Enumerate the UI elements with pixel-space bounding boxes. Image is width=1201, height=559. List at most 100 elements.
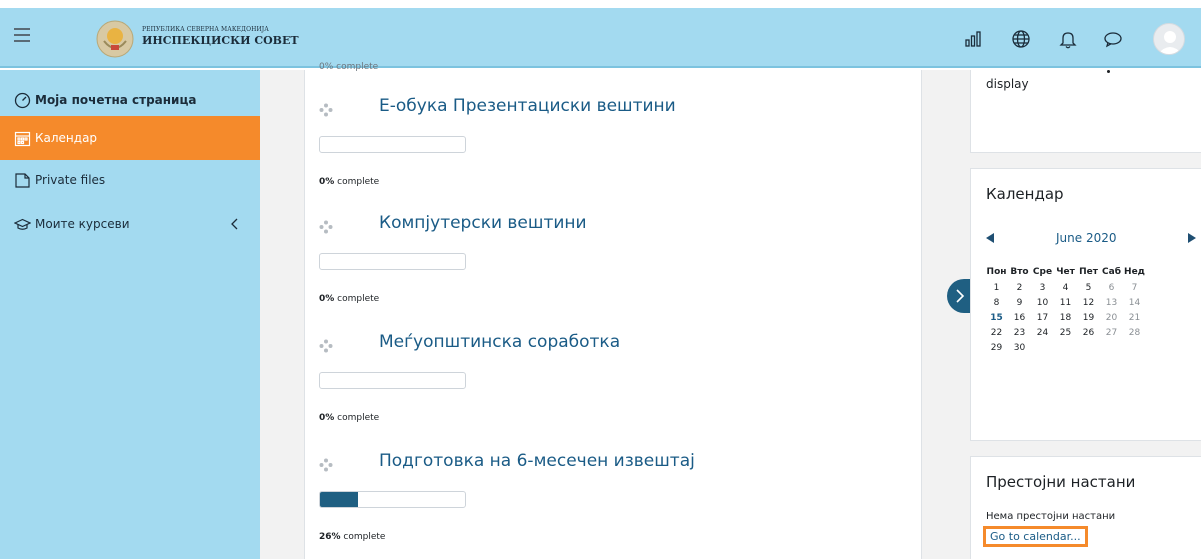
calendar-month-link[interactable]: June 2020	[1056, 231, 1117, 245]
calendar-day[interactable]: 6	[1100, 280, 1123, 295]
calendar-day[interactable]: 23	[1008, 325, 1031, 340]
top-strip	[0, 0, 1201, 8]
weekday-header: Пет	[1079, 266, 1098, 277]
calendar-day	[1054, 340, 1077, 355]
upcoming-events-block: Престојни настани Нема престојни настани…	[970, 456, 1201, 559]
course-icon	[319, 457, 333, 472]
go-to-calendar-link[interactable]: Go to calendar...	[983, 526, 1088, 547]
calendar-day[interactable]: 5	[1077, 280, 1100, 295]
progress-fill	[320, 492, 358, 507]
sidebar-item-label: Private files	[35, 173, 106, 187]
logo-subtitle: РЕПУБЛИКА СЕВЕРНА МАКЕДОНИЈА	[142, 26, 269, 33]
calendar-day[interactable]: 26	[1077, 325, 1100, 340]
sidebar: Моја почетна страница Календар Private f…	[0, 70, 260, 559]
calendar-day[interactable]: 28	[1123, 325, 1146, 340]
calendar-week-row: 15 16 17 18 19 20 21	[985, 310, 1146, 325]
sidebar-item-calendar[interactable]: Календар	[0, 116, 260, 160]
progress-bar	[319, 136, 466, 153]
dot-marker	[1107, 70, 1110, 73]
calendar-day[interactable]: 2	[1008, 280, 1031, 295]
graduation-cap-icon	[14, 216, 31, 233]
calendar-day	[1031, 340, 1054, 355]
calendar-day	[1077, 340, 1100, 355]
course-title-link[interactable]: Меѓуопштинска соработка	[379, 332, 620, 352]
calendar-week-row: 8 9 10 11 12 13 14	[985, 295, 1146, 310]
course-overview-panel: 0% complete Е-обука Презентациски вештин…	[304, 62, 922, 559]
calendar-week-row: 22 23 24 25 26 27 28	[985, 325, 1146, 340]
calendar-day[interactable]: 11	[1054, 295, 1077, 310]
bell-icon[interactable]	[1057, 28, 1079, 50]
calendar-day[interactable]: 1	[985, 280, 1008, 295]
calendar-day[interactable]: 22	[985, 325, 1008, 340]
weekday-header: Вто	[1010, 266, 1029, 277]
calendar-week-row: 29 30	[985, 340, 1146, 355]
block-cut-off: display	[970, 70, 1201, 153]
bar-chart-icon[interactable]	[963, 28, 985, 50]
calendar-day[interactable]: 21	[1123, 310, 1146, 325]
calendar-day[interactable]: 25	[1054, 325, 1077, 340]
previous-month-arrow-icon[interactable]	[986, 233, 994, 243]
progress-label: 0% complete	[319, 413, 380, 423]
weekday-header: Сре	[1032, 266, 1053, 277]
progress-bar	[319, 372, 466, 389]
upcoming-events-title: Престојни настани	[986, 473, 1136, 491]
calendar-day[interactable]: 10	[1031, 295, 1054, 310]
course-icon	[319, 338, 333, 353]
calendar-day[interactable]: 13	[1100, 295, 1123, 310]
calendar-day[interactable]: 12	[1077, 295, 1100, 310]
progress-bar	[319, 491, 466, 508]
sidebar-item-label: Моите курсеви	[35, 217, 130, 231]
progress-label: 0% complete	[319, 294, 380, 304]
avatar[interactable]	[1153, 23, 1185, 55]
no-upcoming-events-text: Нема престојни настани	[986, 511, 1116, 522]
weekday-header: Чет	[1056, 266, 1075, 277]
globe-icon[interactable]	[1010, 28, 1032, 50]
calendar-day	[1100, 340, 1123, 355]
sidebar-item-private-files[interactable]: Private files	[0, 158, 260, 202]
calendar-day[interactable]: 24	[1031, 325, 1054, 340]
calendar-day[interactable]: 4	[1054, 280, 1077, 295]
top-navbar: РЕПУБЛИКА СЕВЕРНА МАКЕДОНИЈА ИНСПЕКЦИСКИ…	[0, 8, 1201, 68]
calendar-day[interactable]: 17	[1031, 310, 1054, 325]
course-title-link[interactable]: Компјутерски вештини	[379, 213, 587, 233]
weekday-header: Саб	[1102, 266, 1121, 277]
chevron-right-icon	[956, 289, 965, 303]
calendar-day[interactable]: 29	[985, 340, 1008, 355]
calendar-day[interactable]: 15	[985, 310, 1008, 325]
logo-title: ИНСПЕКЦИСКИ СОВЕТ	[142, 34, 299, 47]
calendar-day[interactable]: 20	[1100, 310, 1123, 325]
cut-off-progress-label: 0% complete	[319, 62, 379, 72]
calendar-week-row: 1234567	[985, 280, 1146, 295]
sidebar-item-label: Календар	[35, 131, 98, 145]
chevron-left-icon[interactable]	[230, 217, 240, 231]
course-title-link[interactable]: Подготовка на 6-месечен извештај	[379, 451, 695, 471]
sidebar-item-label: Моја почетна страница	[35, 93, 197, 107]
hamburger-icon[interactable]	[14, 28, 30, 42]
dashboard-icon	[14, 92, 31, 109]
calendar-day[interactable]: 30	[1008, 340, 1031, 355]
calendar-table: Пон Вто Сре Чет Пет Саб Нед 1 2 3 4 5 6 7 8 9 10 11 12 13 1…	[985, 263, 1146, 355]
calendar-day[interactable]: 14	[1123, 295, 1146, 310]
calendar-day[interactable]: 3	[1031, 280, 1054, 295]
file-icon	[14, 172, 31, 189]
sidebar-item-my-courses[interactable]: Моите курсеви	[0, 202, 260, 246]
coat-of-arms-logo[interactable]	[96, 19, 134, 59]
weekday-header: Нед	[1124, 266, 1145, 277]
chat-icon[interactable]	[1102, 28, 1124, 50]
course-icon	[319, 219, 333, 234]
calendar-day[interactable]: 7	[1123, 280, 1146, 295]
calendar-day[interactable]: 9	[1008, 295, 1031, 310]
course-icon	[319, 102, 333, 117]
calendar-day[interactable]: 27	[1100, 325, 1123, 340]
calendar-day[interactable]: 16	[1008, 310, 1031, 325]
next-month-arrow-icon[interactable]	[1188, 233, 1196, 243]
block-text: display	[986, 77, 1029, 91]
calendar-icon	[14, 130, 31, 147]
calendar-block: Календар June 2020 Пон Вто Сре Чет Пет Саб Нед…	[970, 168, 1201, 441]
calendar-day[interactable]: 19	[1077, 310, 1100, 325]
progress-bar	[319, 253, 466, 270]
course-title-link[interactable]: Е-обука Презентациски вештини	[379, 96, 676, 116]
calendar-header: June 2020	[986, 231, 1196, 249]
calendar-day[interactable]: 8	[985, 295, 1008, 310]
calendar-day[interactable]: 18	[1054, 310, 1077, 325]
